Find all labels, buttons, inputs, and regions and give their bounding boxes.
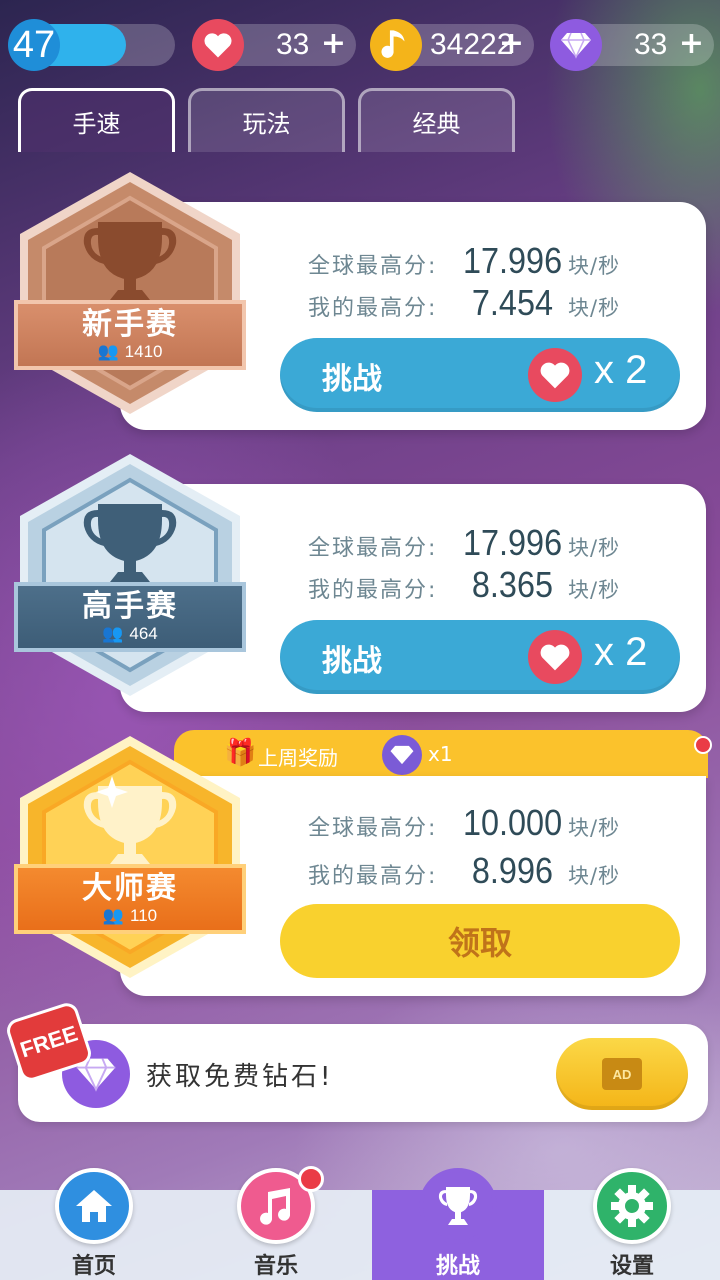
unit-label: 块/秒 (568, 816, 621, 840)
global-best-label: 全球最高分: (308, 254, 438, 279)
tab-classic[interactable]: 经典 (358, 88, 515, 152)
users-icon: 👥 (102, 906, 125, 925)
free-diamonds-bar[interactable]: FREE 获取免费钻石! AD (3, 1000, 708, 1122)
player-count-value: 1410 (124, 342, 163, 361)
nav-challenge[interactable]: 挑战 (398, 1168, 518, 1280)
global-best-row: 全球最高分: 17.996 块/秒 (308, 240, 620, 282)
master-ribbon: 大师赛 👥 110 (14, 864, 246, 934)
unit-label: 块/秒 (568, 536, 621, 560)
tab-speed[interactable]: 手速 (18, 88, 175, 152)
gems-counter: 33 + (550, 19, 714, 71)
level-value: 47 (12, 23, 56, 66)
heart-icon (192, 19, 244, 71)
level-badge: 47 (8, 19, 60, 71)
add-hearts-button[interactable]: + (321, 26, 346, 61)
heart-cost: x 2 (594, 348, 648, 392)
my-best-row: 我的最高分: 7.454 块/秒 (308, 282, 620, 324)
gems-value: 33 (634, 28, 668, 61)
diamond-icon (382, 735, 422, 775)
hearts-value: 33 (276, 28, 310, 61)
video-ad-icon: AD (602, 1058, 642, 1090)
challenge-label: 挑战 (322, 362, 382, 397)
global-best-label: 全球最高分: (308, 536, 438, 561)
reward-title: 上周奖励 (258, 746, 338, 770)
challenge-label: 挑战 (322, 644, 382, 679)
my-best-value: 8.996 (471, 850, 553, 891)
contest-name: 新手赛 (82, 307, 178, 342)
my-best-row: 我的最高分: 8.996 块/秒 (308, 850, 620, 892)
global-best-row: 全球最高分: 10.000 块/秒 (308, 802, 620, 844)
player-count: 👥 464 (102, 624, 158, 644)
master-badge: 大师赛 👥 110 (10, 732, 250, 982)
my-best-value: 8.365 (471, 564, 553, 605)
my-best-value: 7.454 (471, 282, 553, 323)
gold-hexagon (20, 736, 240, 978)
coins-counter: 34222 + (370, 19, 534, 71)
player-count: 👥 110 (103, 906, 157, 926)
global-best-label: 全球最高分: (308, 816, 438, 841)
free-diamonds-text: 获取免费钻石! (146, 1062, 334, 1092)
watch-ad-button[interactable]: AD (556, 1038, 688, 1110)
nav-label: 设置 (609, 1254, 654, 1279)
gear-icon (593, 1168, 671, 1244)
unit-label: 块/秒 (568, 254, 621, 278)
player-count-value: 110 (130, 906, 158, 925)
player-count-value: 464 (129, 624, 158, 643)
nav-home[interactable]: 首页 (34, 1168, 154, 1280)
notification-dot (298, 1166, 324, 1192)
nav-label: 音乐 (253, 1254, 298, 1279)
heart-icon (528, 630, 582, 684)
unit-label: 块/秒 (568, 578, 621, 602)
reward-quantity: x1 (428, 742, 453, 766)
challenge-button[interactable]: 挑战 x 2 (280, 338, 680, 412)
claim-button[interactable]: 领取 (280, 904, 680, 978)
my-best-label: 我的最高分: (308, 578, 438, 603)
users-icon: 👥 (97, 342, 119, 361)
unit-label: 块/秒 (568, 864, 621, 888)
player-count: 👥 1410 (98, 342, 163, 362)
contest-name: 高手赛 (82, 589, 178, 624)
my-best-label: 我的最高分: (308, 296, 438, 321)
music-note-icon (370, 19, 422, 71)
tab-gameplay[interactable]: 玩法 (188, 88, 345, 152)
my-best-label: 我的最高分: (308, 864, 438, 889)
novice-ribbon: 新手赛 👥 1410 (14, 300, 246, 370)
global-best-value: 10.000 (463, 802, 563, 843)
add-gems-button[interactable]: + (679, 26, 704, 61)
global-best-value: 17.996 (463, 240, 563, 281)
expert-ribbon: 高手赛 👥 464 (14, 582, 246, 652)
novice-badge: 新手赛 👥 1410 (10, 168, 250, 418)
unit-label: 块/秒 (568, 296, 621, 320)
silver-hexagon (20, 454, 240, 696)
nav-settings[interactable]: 设置 (572, 1168, 692, 1280)
level-progress: 47 (8, 19, 175, 71)
global-best-value: 17.996 (463, 522, 563, 563)
home-icon (55, 1168, 133, 1244)
my-best-row: 我的最高分: 8.365 块/秒 (308, 564, 620, 606)
status-bar: 47 33 + 34222 + 33 + (8, 19, 716, 74)
expert-badge: 高手赛 👥 464 (10, 450, 250, 700)
heart-icon (528, 348, 582, 402)
global-best-row: 全球最高分: 17.996 块/秒 (308, 522, 620, 564)
contest-name: 大师赛 (82, 871, 178, 906)
hearts-counter: 33 + (192, 19, 356, 71)
heart-cost: x 2 (594, 630, 648, 674)
challenge-button[interactable]: 挑战 x 2 (280, 620, 680, 694)
nav-label: 首页 (71, 1254, 116, 1279)
bronze-hexagon (20, 172, 240, 414)
users-icon: 👥 (102, 624, 124, 643)
last-week-reward-banner: 🎁 上周奖励 x1 (174, 730, 708, 778)
nav-label: 挑战 (435, 1254, 480, 1279)
add-coins-button[interactable]: + (499, 26, 524, 61)
diamond-icon (550, 19, 602, 71)
trophy-icon (419, 1168, 497, 1244)
notification-dot (694, 736, 712, 754)
